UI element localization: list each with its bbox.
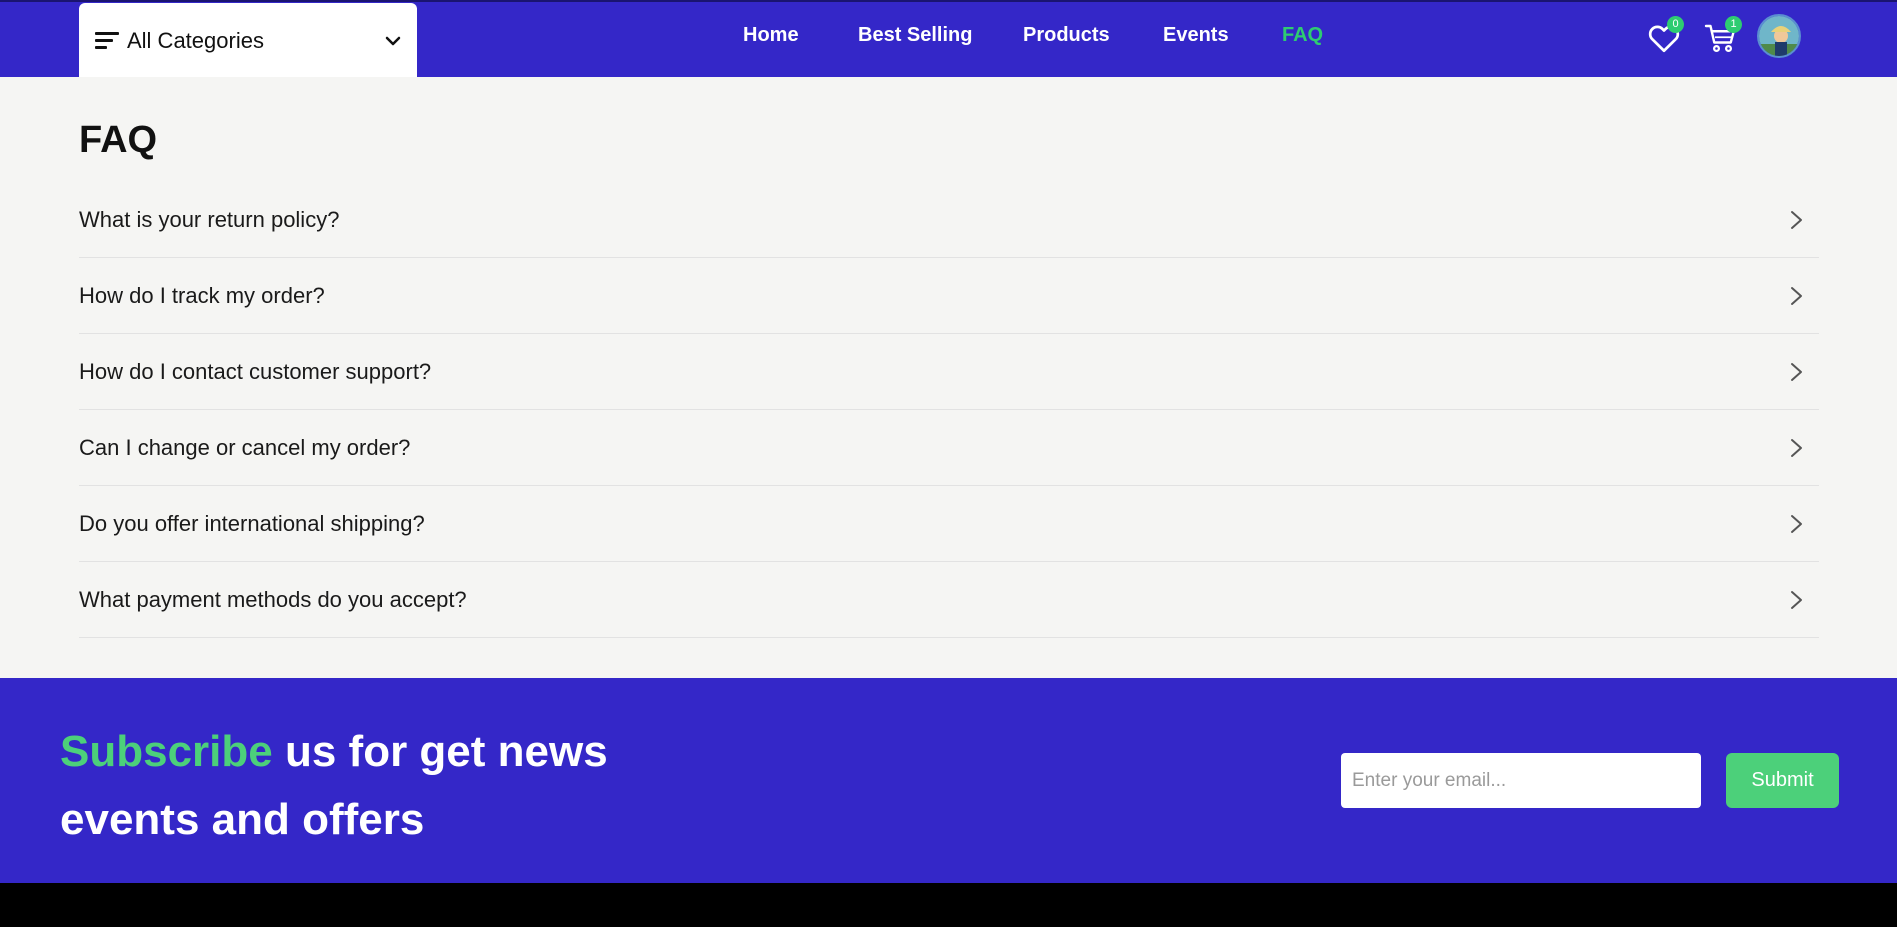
chevron-right-icon (1791, 210, 1802, 229)
cart-count-badge: 1 (1725, 16, 1742, 33)
chevron-right-icon (1791, 362, 1802, 381)
chevron-down-icon (385, 36, 401, 46)
faq-section: FAQ What is your return policy? How do I… (0, 77, 1897, 678)
nav-faq[interactable]: FAQ (1282, 24, 1323, 47)
subscribe-heading: Subscribe us for get news events and off… (60, 718, 680, 854)
faq-item[interactable]: Can I change or cancel my order? (79, 410, 1819, 486)
categories-label: All Categories (127, 28, 264, 53)
nav-best-selling[interactable]: Best Selling (858, 24, 972, 47)
subscribe-banner: Subscribe us for get news events and off… (0, 678, 1897, 883)
faq-item[interactable]: How do I contact customer support? (79, 334, 1819, 410)
faq-question: Can I change or cancel my order? (79, 434, 411, 460)
wishlist-count-badge: 0 (1667, 16, 1684, 33)
cart-button[interactable]: 1 (1702, 16, 1742, 56)
faq-list: What is your return policy? How do I tra… (79, 182, 1819, 638)
chevron-right-icon (1791, 590, 1802, 609)
nav-events[interactable]: Events (1163, 24, 1229, 47)
chevron-right-icon (1791, 438, 1802, 457)
wishlist-button[interactable]: 0 (1644, 16, 1684, 56)
faq-item[interactable]: What payment methods do you accept? (79, 562, 1819, 638)
faq-question: How do I track my order? (79, 282, 325, 308)
subscribe-accent-text: Subscribe (60, 727, 273, 776)
all-categories-dropdown[interactable]: All Categories (79, 3, 417, 79)
faq-question: Do you offer international shipping? (79, 510, 425, 536)
email-input[interactable] (1341, 753, 1701, 808)
faq-item[interactable]: What is your return policy? (79, 182, 1819, 258)
faq-question: How do I contact customer support? (79, 358, 432, 384)
faq-item[interactable]: Do you offer international shipping? (79, 486, 1819, 562)
faq-question: What payment methods do you accept? (79, 586, 467, 612)
faq-item[interactable]: How do I track my order? (79, 258, 1819, 334)
avatar[interactable] (1757, 14, 1801, 58)
nav-products[interactable]: Products (1023, 24, 1110, 47)
footer-area (0, 883, 1897, 927)
avatar-image (1759, 16, 1799, 56)
submit-button[interactable]: Submit (1726, 753, 1839, 808)
nav-home[interactable]: Home (743, 24, 799, 47)
menu-icon (95, 32, 119, 49)
top-navbar: All Categories Home Best Selling Product… (0, 0, 1897, 79)
page-title: FAQ (79, 119, 158, 161)
faq-question: What is your return policy? (79, 206, 340, 232)
chevron-right-icon (1791, 514, 1802, 533)
chevron-right-icon (1791, 286, 1802, 305)
